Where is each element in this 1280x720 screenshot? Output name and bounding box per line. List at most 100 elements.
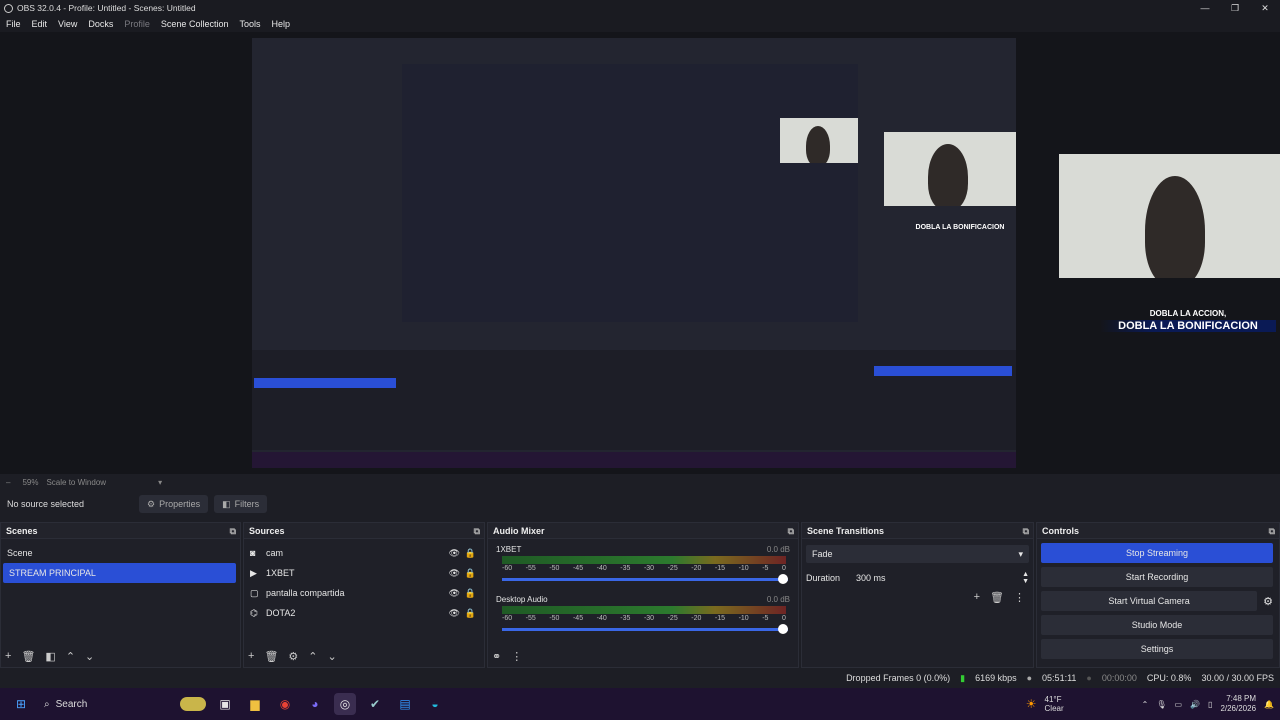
filter-icon[interactable]: ◧ xyxy=(45,650,55,663)
volume-slider[interactable] xyxy=(502,572,788,586)
task-view-icon[interactable]: ▣ xyxy=(214,693,236,715)
lock-icon[interactable]: 🔒 xyxy=(465,563,476,583)
sources-dock: Sources ⧉ ◙ cam 👁 🔒 ▶ 1XBET 👁 🔒 ▢ pantalla compa… xyxy=(243,522,485,668)
nested-selected-scene xyxy=(254,378,396,388)
notification-icon[interactable]: 🔔 xyxy=(1264,700,1274,709)
add-icon[interactable]: + xyxy=(248,650,254,663)
volume-meter xyxy=(502,606,786,614)
discord-icon[interactable]: ◕ xyxy=(304,693,326,715)
sources-header: Sources ⧉ xyxy=(244,523,484,539)
eye-icon[interactable]: 👁 xyxy=(449,543,460,563)
window-title: OBS 32.0.4 - Profile: Untitled - Scenes:… xyxy=(17,3,196,13)
app-icon[interactable]: ▤ xyxy=(394,693,416,715)
fps: 30.00 / 30.00 FPS xyxy=(1201,673,1274,683)
battery-icon[interactable]: ▯ xyxy=(1208,700,1212,709)
link-icon[interactable]: ⚭ xyxy=(492,650,501,663)
camera-icon: ◙ xyxy=(250,548,256,558)
menu-help[interactable]: Help xyxy=(271,19,290,29)
play-icon: ▶ xyxy=(250,568,257,578)
steam-icon[interactable]: ✔ xyxy=(364,693,386,715)
lock-icon[interactable]: 🔒 xyxy=(465,543,476,563)
source-item[interactable]: ⌬ DOTA2 👁 🔒 xyxy=(244,603,484,623)
chevron-down-icon[interactable]: ▾ xyxy=(158,478,162,487)
gear-icon[interactable]: ⚙ xyxy=(288,650,298,663)
menu-view[interactable]: View xyxy=(58,19,77,29)
channel-name: 1XBET xyxy=(496,545,522,554)
spinner-icon[interactable]: ▲ ▼ xyxy=(1022,571,1029,585)
nested-docks xyxy=(252,350,1016,450)
mixer-channel: 1XBET 0.0 dB -60 -55 -50 -45 -40 -35 -30 -25 -20-… xyxy=(488,539,798,591)
up-icon[interactable]: ⌃ xyxy=(308,650,317,663)
maximize-icon[interactable]: ❐ xyxy=(1220,0,1250,16)
more-icon[interactable]: ⋮ xyxy=(1014,591,1025,604)
add-icon[interactable]: + xyxy=(974,591,980,604)
more-icon[interactable]: ⋮ xyxy=(511,650,522,663)
scale-bar: – 59% Scale to Window ▾ xyxy=(6,477,163,487)
add-icon[interactable]: + xyxy=(5,650,11,663)
filters-button[interactable]: ◧ Filters xyxy=(214,495,268,513)
preview-canvas[interactable]: DOBLA LA BONIFICACION xyxy=(252,38,1016,468)
trash-icon[interactable]: 🗑 xyxy=(264,650,278,663)
chevron-up-icon[interactable]: ⌃ xyxy=(1142,700,1149,709)
down-icon[interactable]: ⌄ xyxy=(85,650,94,663)
transition-select[interactable]: Fade ▾ xyxy=(806,545,1029,563)
gear-icon[interactable]: ⚙ xyxy=(1263,595,1273,608)
taskbar-search[interactable]: ⌕ Search xyxy=(40,693,144,715)
network-icon[interactable]: ▭ xyxy=(1175,700,1183,709)
lock-icon[interactable]: 🔒 xyxy=(465,583,476,603)
volume-icon[interactable]: 🔊 xyxy=(1190,700,1200,709)
source-item[interactable]: ◙ cam 👁 🔒 xyxy=(244,543,484,563)
eye-icon[interactable]: 👁 xyxy=(449,563,460,583)
duration-row: Duration 300 ms ▲ ▼ xyxy=(806,569,1029,587)
properties-button[interactable]: ⚙ Properties xyxy=(139,495,209,513)
undock-icon[interactable]: ⧉ xyxy=(788,523,794,539)
menu-file[interactable]: File xyxy=(6,19,21,29)
nested-taskbar xyxy=(252,452,1016,468)
edge-icon[interactable]: ◒ xyxy=(424,693,446,715)
lock-icon[interactable]: 🔒 xyxy=(465,603,476,623)
obs-taskbar-icon[interactable]: ◎ xyxy=(334,693,356,715)
clock[interactable]: 7:48 PM 2/26/2026 xyxy=(1220,694,1256,714)
menu-tools[interactable]: Tools xyxy=(239,19,260,29)
eye-icon[interactable]: 👁 xyxy=(449,583,460,603)
down-icon[interactable]: ⌄ xyxy=(328,650,337,663)
transitions-dock: Scene Transitions ⧉ Fade ▾ Duration 300 ms… xyxy=(801,522,1034,668)
chrome-icon[interactable]: ◉ xyxy=(274,693,296,715)
banner-small-text: DOBLA LA ACCION, xyxy=(1149,309,1227,318)
source-item[interactable]: ▢ pantalla compartida 👁 🔒 xyxy=(244,583,484,603)
undock-icon[interactable]: ⧉ xyxy=(230,523,236,539)
start-recording-button[interactable]: Start Recording xyxy=(1041,567,1273,587)
source-item[interactable]: ▶ 1XBET 👁 🔒 xyxy=(244,563,484,583)
eye-icon[interactable]: 👁 xyxy=(449,603,460,623)
up-icon[interactable]: ⌃ xyxy=(66,650,75,663)
minimize-icon[interactable]: — xyxy=(1190,0,1220,16)
start-virtual-camera-button[interactable]: Start Virtual Camera xyxy=(1041,591,1258,611)
mic-icon[interactable]: 🎙 xyxy=(1156,700,1166,709)
file-explorer-icon[interactable]: ▆ xyxy=(244,693,266,715)
studio-mode-button[interactable]: Studio Mode xyxy=(1041,615,1273,635)
scene-item-stream-principal[interactable]: STREAM PRINCIPAL xyxy=(3,563,236,583)
menu-edit[interactable]: Edit xyxy=(32,19,48,29)
trash-icon[interactable]: 🗑 xyxy=(21,650,35,663)
trash-icon[interactable]: 🗑 xyxy=(990,591,1004,604)
menu-scene-collection[interactable]: Scene Collection xyxy=(161,19,229,29)
undock-icon[interactable]: ⧉ xyxy=(1023,523,1029,539)
webcam-overlay xyxy=(1059,154,1280,278)
scale-mode-select[interactable]: Scale to Window xyxy=(46,478,106,487)
undock-icon[interactable]: ⧉ xyxy=(1269,523,1275,539)
windows-start-icon[interactable]: ⊞ xyxy=(10,693,32,715)
settings-button[interactable]: Settings xyxy=(1041,639,1273,659)
scene-item-scene[interactable]: Scene xyxy=(1,543,240,563)
menu-profile[interactable]: Profile xyxy=(124,19,150,29)
volume-slider[interactable] xyxy=(502,622,788,636)
controls-header: Controls ⧉ xyxy=(1037,523,1279,539)
stream-time: 05:51:11 xyxy=(1042,673,1077,683)
close-icon[interactable]: ✕ xyxy=(1250,0,1280,16)
menu-docks[interactable]: Docks xyxy=(88,19,113,29)
channel-db: 0.0 dB xyxy=(766,545,790,554)
stop-streaming-button[interactable]: Stop Streaming xyxy=(1041,543,1273,563)
duration-input[interactable]: 300 ms xyxy=(852,573,1023,583)
status-bar: Dropped Frames 0 (0.0%) ▮ 6169 kbps ● 05… xyxy=(0,670,1280,686)
undock-icon[interactable]: ⧉ xyxy=(474,523,480,539)
widget-icon[interactable] xyxy=(180,697,206,711)
